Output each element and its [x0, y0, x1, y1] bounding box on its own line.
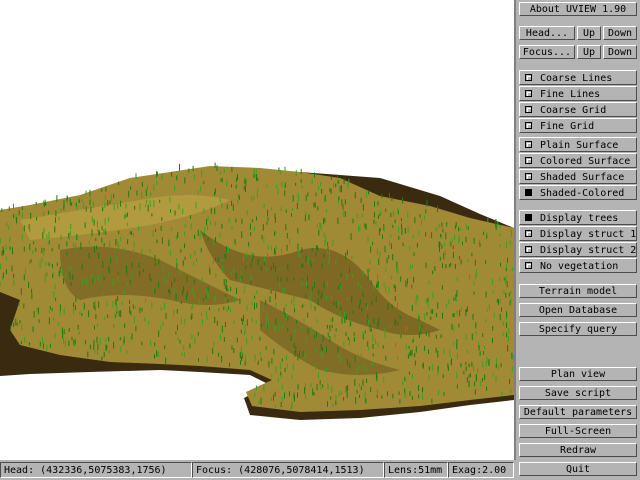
option-colored-surface[interactable]: Colored Surface	[519, 153, 637, 168]
option-label: No vegetation	[540, 261, 619, 272]
status-lens-value: 51mm	[418, 465, 443, 476]
option-label: Display trees	[540, 213, 619, 224]
option-display-struct-2[interactable]: Display struct 2	[519, 242, 637, 257]
checkbox-icon	[525, 122, 532, 129]
specify-query-button[interactable]: Specify query	[519, 322, 637, 336]
option-label: Display struct 1	[540, 229, 637, 240]
full-screen-button[interactable]: Full-Screen	[519, 424, 637, 438]
focus-button[interactable]: Focus...	[519, 45, 575, 59]
status-lens: Lens:51mm	[384, 462, 448, 478]
about-button[interactable]: About UVIEW 1.90	[519, 2, 637, 16]
option-label: Shaded Surface	[540, 172, 625, 183]
checkbox-checked-icon	[525, 189, 532, 196]
checkbox-icon	[525, 157, 532, 164]
head-up-button[interactable]: Up	[577, 26, 601, 40]
status-exag: Exag:2.00	[448, 462, 514, 478]
terrain-render	[0, 162, 514, 420]
option-label: Plain Surface	[540, 140, 619, 151]
plan-view-button[interactable]: Plan view	[519, 367, 637, 381]
option-coarse-grid[interactable]: Coarse Grid	[519, 102, 637, 117]
status-focus-label: Focus:	[196, 465, 233, 476]
status-lens-label: Lens:	[388, 465, 419, 476]
option-label: Coarse Lines	[540, 73, 613, 84]
option-label: Shaded-Colored	[540, 188, 625, 199]
head-down-button[interactable]: Down	[603, 26, 637, 40]
terrain-viewport[interactable]	[0, 0, 516, 460]
checkbox-icon	[525, 141, 532, 148]
focus-down-button[interactable]: Down	[603, 45, 637, 59]
checkbox-checked-icon	[525, 214, 532, 221]
checkbox-icon	[525, 74, 532, 81]
checkbox-icon	[525, 230, 532, 237]
option-fine-grid[interactable]: Fine Grid	[519, 118, 637, 133]
focus-up-button[interactable]: Up	[577, 45, 601, 59]
option-display-struct-1[interactable]: Display struct 1	[519, 226, 637, 241]
option-shaded-colored[interactable]: Shaded-Colored	[519, 185, 637, 200]
head-button[interactable]: Head...	[519, 26, 575, 40]
status-head-label: Head:	[4, 465, 35, 476]
status-head-value: (432336,5075383,1756)	[40, 465, 167, 476]
option-label: Colored Surface	[540, 156, 631, 167]
option-no-vegetation[interactable]: No vegetation	[519, 258, 637, 273]
option-fine-lines[interactable]: Fine Lines	[519, 86, 637, 101]
save-script-button[interactable]: Save script	[519, 386, 637, 400]
status-exag-value: 2.00	[482, 465, 507, 476]
quit-button[interactable]: Quit	[519, 462, 637, 476]
option-label: Coarse Grid	[540, 105, 607, 116]
option-label: Fine Grid	[540, 121, 595, 132]
option-label: Fine Lines	[540, 89, 601, 100]
option-coarse-lines[interactable]: Coarse Lines	[519, 70, 637, 85]
default-parameters-button[interactable]: Default parameters	[519, 405, 637, 419]
status-focus-value: (428076,5078414,1513)	[238, 465, 365, 476]
option-display-trees[interactable]: Display trees	[519, 210, 637, 225]
terrain-model-button[interactable]: Terrain model	[519, 284, 637, 298]
checkbox-icon	[525, 90, 532, 97]
checkbox-icon	[525, 262, 532, 269]
redraw-button[interactable]: Redraw	[519, 443, 637, 457]
checkbox-icon	[525, 106, 532, 113]
status-exag-label: Exag:	[452, 465, 483, 476]
option-label: Display struct 2	[540, 245, 637, 256]
checkbox-icon	[525, 246, 532, 253]
control-panel: About UVIEW 1.90 Head... Up Down Focus..…	[516, 0, 640, 480]
status-focus: Focus: (428076,5078414,1513)	[192, 462, 384, 478]
status-head: Head: (432336,5075383,1756)	[0, 462, 192, 478]
checkbox-icon	[525, 173, 532, 180]
open-database-button[interactable]: Open Database	[519, 303, 637, 317]
option-shaded-surface[interactable]: Shaded Surface	[519, 169, 637, 184]
option-plain-surface[interactable]: Plain Surface	[519, 137, 637, 152]
